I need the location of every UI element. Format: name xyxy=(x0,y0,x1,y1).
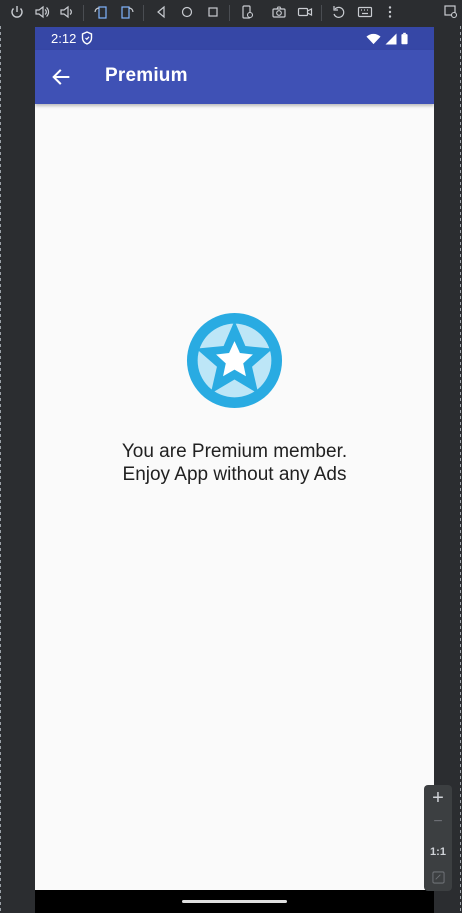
emulator-toolbar xyxy=(0,0,462,26)
battery-icon xyxy=(401,32,408,48)
volume-down-icon[interactable] xyxy=(58,3,76,21)
app-bar: Premium xyxy=(35,50,434,104)
volume-up-icon[interactable] xyxy=(33,3,51,21)
status-time: 2:12 xyxy=(51,31,77,46)
zoom-in-button[interactable]: + xyxy=(424,787,452,810)
camera-icon[interactable] xyxy=(270,3,288,21)
rotate-left-icon[interactable] xyxy=(92,3,110,21)
page-title: Premium xyxy=(105,65,188,86)
home-nav-icon[interactable] xyxy=(178,3,196,21)
premium-message: You are Premium member. Enjoy App withou… xyxy=(35,440,434,486)
undo-icon[interactable] xyxy=(330,3,348,21)
premium-star-badge-icon xyxy=(186,312,283,409)
navigation-bar xyxy=(35,890,434,913)
device-screen: 2:12 Premium You are Premium member. Enj… xyxy=(35,27,434,913)
emulator-frame-edge-right xyxy=(460,26,461,913)
back-arrow-icon[interactable] xyxy=(49,65,73,89)
fold-icon[interactable] xyxy=(238,3,256,21)
rotate-right-icon[interactable] xyxy=(118,3,136,21)
overview-nav-icon[interactable] xyxy=(204,3,222,21)
status-bar: 2:12 xyxy=(35,27,434,50)
back-nav-icon[interactable] xyxy=(152,3,170,21)
wifi-icon xyxy=(366,33,381,48)
power-icon[interactable] xyxy=(8,3,26,21)
keyboard-icon[interactable] xyxy=(356,3,374,21)
gesture-handle[interactable] xyxy=(182,900,287,903)
shield-icon xyxy=(81,31,93,45)
zoom-out-button[interactable]: − xyxy=(424,813,452,831)
screen-record-icon[interactable] xyxy=(296,3,314,21)
more-icon[interactable] xyxy=(381,3,399,21)
message-line-2: Enjoy App without any Ads xyxy=(122,464,347,485)
zoom-panel: + − 1:1 xyxy=(424,785,452,891)
signal-icon xyxy=(385,33,397,48)
message-line-1: You are Premium member. xyxy=(121,441,348,462)
device-frame-icon[interactable] xyxy=(442,3,460,21)
zoom-ratio-button[interactable]: 1:1 xyxy=(424,846,452,858)
fit-screen-icon[interactable] xyxy=(424,871,452,889)
emulator-frame-edge-left xyxy=(0,26,1,913)
